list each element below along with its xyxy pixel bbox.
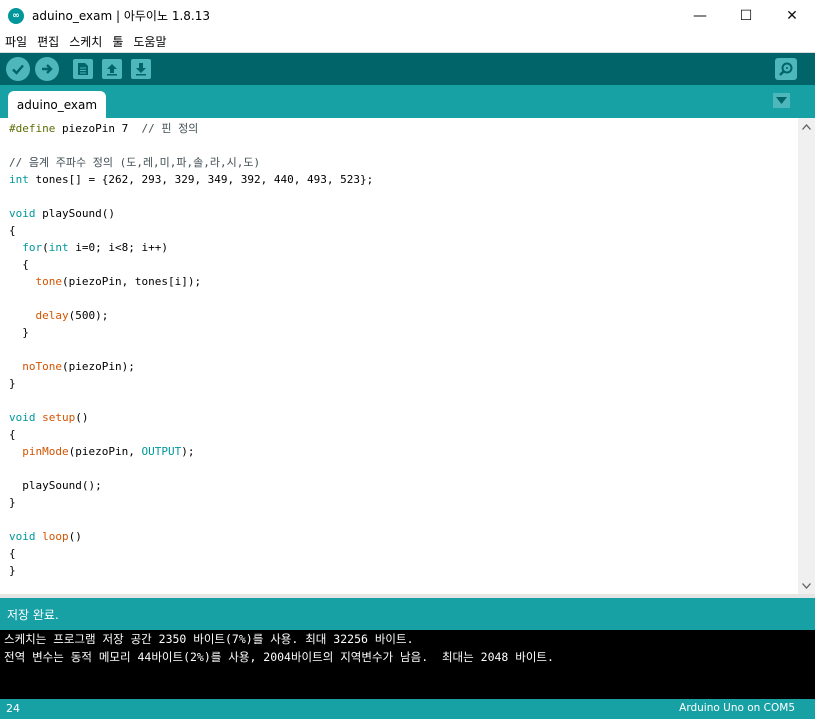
code-line: playSound(); xyxy=(9,479,102,492)
code-line: void loop() xyxy=(9,530,82,543)
code-line: void playSound() xyxy=(9,207,115,220)
checkmark-icon xyxy=(12,64,24,75)
code-line: int tones[] = {262, 293, 329, 349, 392, … xyxy=(9,173,374,186)
magnifier-icon xyxy=(779,62,793,76)
chevron-down-icon xyxy=(776,97,787,104)
code-line: { xyxy=(9,547,16,560)
code-line: } xyxy=(9,326,29,339)
save-button[interactable] xyxy=(131,59,151,79)
menu-help[interactable]: 도움말 xyxy=(128,33,171,50)
window-controls: — ☐ ✕ xyxy=(677,0,815,31)
new-button[interactable] xyxy=(73,59,93,79)
editor-scrollbar[interactable] xyxy=(798,118,815,594)
status-message: 저장 완료. xyxy=(7,607,59,622)
menu-bar: 파일 편집 스케치 툴 도움말 xyxy=(0,31,815,53)
upload-arrow-icon xyxy=(107,64,117,76)
chevron-up-icon xyxy=(802,123,811,130)
download-arrow-icon xyxy=(136,63,146,76)
menu-tools[interactable]: 툴 xyxy=(107,33,128,50)
tab-bar: aduino_exam xyxy=(0,85,815,118)
tab-menu-button[interactable] xyxy=(773,93,790,108)
minimize-button[interactable]: — xyxy=(677,0,723,31)
status-bar: 저장 완료. xyxy=(0,598,815,630)
code-line: void setup() xyxy=(9,411,89,424)
footer-bar: 24 Arduino Uno on COM5 xyxy=(0,699,815,719)
menu-file[interactable]: 파일 xyxy=(0,33,32,50)
arduino-logo-icon: ∞ xyxy=(8,7,24,24)
window-title: aduino_exam | 아두이노 1.8.13 xyxy=(32,9,210,23)
code-line: { xyxy=(9,224,16,237)
code-line: noTone(piezoPin); xyxy=(22,360,135,373)
toolbar xyxy=(0,53,815,85)
menu-sketch[interactable]: 스케치 xyxy=(64,33,107,50)
upload-button[interactable] xyxy=(35,57,59,81)
code-token: #define xyxy=(9,122,56,135)
console-line: 스케치는 프로그램 저장 공간 2350 바이트(7%)를 사용. 최대 322… xyxy=(4,632,414,646)
serial-monitor-button[interactable] xyxy=(775,58,797,80)
verify-button[interactable] xyxy=(6,57,30,81)
maximize-button[interactable]: ☐ xyxy=(723,0,769,31)
menu-edit[interactable]: 편집 xyxy=(32,33,64,50)
code-editor[interactable]: #define piezoPin 7 // 핀 정의 // 음계 주파수 정의 … xyxy=(0,118,798,594)
code-line: } xyxy=(9,564,16,577)
code-line: { xyxy=(9,258,29,271)
board-port-label: Arduino Uno on COM5 xyxy=(679,702,795,714)
chevron-down-icon xyxy=(802,582,811,589)
code-line: #define piezoPin 7 // 핀 정의 xyxy=(9,122,199,135)
console-output[interactable]: 스케치는 프로그램 저장 공간 2350 바이트(7%)를 사용. 최대 322… xyxy=(0,630,815,699)
code-line: for(int i=0; i<8; i++) xyxy=(22,241,168,254)
title-bar: ∞ aduino_exam | 아두이노 1.8.13 — ☐ ✕ xyxy=(0,0,815,32)
scroll-up-button[interactable] xyxy=(798,118,815,135)
open-button[interactable] xyxy=(102,59,122,79)
code-line: pinMode(piezoPin, OUTPUT); xyxy=(22,445,195,458)
scroll-down-button[interactable] xyxy=(798,577,815,594)
code-line: } xyxy=(9,377,16,390)
code-line: { xyxy=(9,428,16,441)
code-line: tone(piezoPin, tones[i]); xyxy=(35,275,202,288)
close-button[interactable]: ✕ xyxy=(769,0,815,31)
code-line: } xyxy=(9,496,16,509)
code-line: // 음계 주파수 정의 (도,레,미,파,솔,라,시,도) xyxy=(9,156,261,169)
console-line: 전역 변수는 동적 메모리 44바이트(2%)를 사용, 2004바이트의 지역… xyxy=(4,650,554,664)
line-number: 24 xyxy=(6,702,20,715)
document-icon xyxy=(78,63,88,75)
code-line: delay(500); xyxy=(35,309,109,322)
tab-aduino-exam[interactable]: aduino_exam xyxy=(8,91,106,118)
arrow-right-icon xyxy=(42,64,53,74)
